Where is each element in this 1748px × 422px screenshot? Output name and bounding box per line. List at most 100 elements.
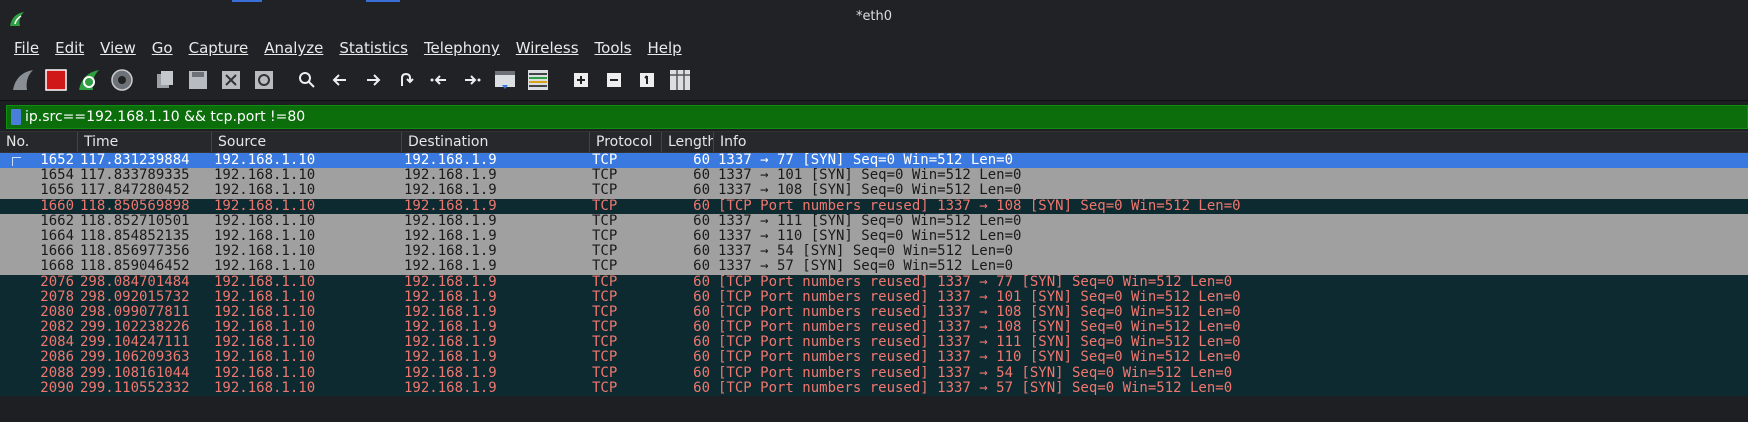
packet-time: 117.831239884 xyxy=(80,153,190,168)
go-forward-icon[interactable] xyxy=(358,65,388,95)
packet-row[interactable]: 1666 118.856977356 192.168.1.10 192.168.… xyxy=(0,244,1748,260)
packet-time: 118.854852135 xyxy=(80,228,190,244)
search-icon[interactable] xyxy=(292,65,322,95)
packet-row[interactable]: 1668 118.859046452 192.168.1.10 192.168.… xyxy=(0,259,1748,275)
top-tab-marker xyxy=(232,0,262,2)
menu-capture[interactable]: Capture xyxy=(181,39,257,57)
packet-row[interactable]: 2088 299.108161044 192.168.1.10 192.168.… xyxy=(0,365,1748,381)
menu-telephony-label: Telephony xyxy=(423,39,500,57)
normal-size-icon[interactable] xyxy=(632,65,662,95)
menu-telephony[interactable]: Telephony xyxy=(416,39,508,57)
column-header-protocol[interactable]: Protocol xyxy=(590,132,662,152)
packet-protocol: TCP xyxy=(592,153,618,168)
capture-options-icon[interactable] xyxy=(107,65,137,95)
packet-row[interactable]: 2076 298.084701484 192.168.1.10 192.168.… xyxy=(0,274,1748,290)
display-filter-input[interactable] xyxy=(25,109,1725,125)
packet-destination: 192.168.1.9 xyxy=(404,320,497,336)
column-header-source[interactable]: Source xyxy=(212,132,402,152)
packet-source: 192.168.1.10 xyxy=(214,335,316,351)
packet-source: 192.168.1.10 xyxy=(214,365,316,381)
go-first-icon[interactable] xyxy=(424,65,454,95)
packet-time: 298.084701484 xyxy=(80,274,190,290)
column-header-time[interactable]: Time xyxy=(78,132,212,152)
menu-bar: File Edit View Go Capture Analyze Statis… xyxy=(0,36,1748,60)
packet-protocol: TCP xyxy=(592,365,618,381)
packet-info: [TCP Port numbers reused] 1337 → 77 [SYN… xyxy=(718,274,1233,290)
packet-protocol: TCP xyxy=(592,213,618,229)
column-header-no[interactable]: No. xyxy=(0,132,78,152)
packet-protocol: TCP xyxy=(592,259,618,275)
menu-wireless[interactable]: Wireless xyxy=(508,39,587,57)
packet-info: [TCP Port numbers reused] 1337 → 108 [SY… xyxy=(718,320,1241,336)
packet-info: 1337 → 77 [SYN] Seq=0 Win=512 Len=0 xyxy=(718,153,1014,168)
packet-row[interactable]: 1652 117.831239884 192.168.1.10 192.168.… xyxy=(0,153,1748,169)
packet-source: 192.168.1.10 xyxy=(214,274,316,290)
packet-destination: 192.168.1.9 xyxy=(404,228,497,244)
packet-length: 60 xyxy=(693,274,710,290)
packet-row[interactable]: 2082 299.102238226 192.168.1.10 192.168.… xyxy=(0,320,1748,336)
packet-length: 60 xyxy=(693,183,710,199)
menu-file[interactable]: File xyxy=(6,39,47,57)
menu-statistics[interactable]: Statistics xyxy=(331,39,416,57)
packet-row[interactable]: 2080 298.099077811 192.168.1.10 192.168.… xyxy=(0,304,1748,321)
packet-row[interactable]: 2086 299.106209363 192.168.1.10 192.168.… xyxy=(0,350,1748,366)
resize-columns-icon[interactable] xyxy=(665,65,695,95)
colorize-icon[interactable] xyxy=(523,65,553,95)
window-title: *eth0 xyxy=(855,9,893,24)
packet-row[interactable]: 2078 298.092015732 192.168.1.10 192.168.… xyxy=(0,289,1748,305)
packet-destination: 192.168.1.9 xyxy=(404,350,497,366)
menu-tools[interactable]: Tools xyxy=(587,39,640,57)
shark-fin-start-icon[interactable] xyxy=(8,65,38,95)
packet-destination: 192.168.1.9 xyxy=(404,274,497,290)
packet-row[interactable]: 2090 299.110552332 192.168.1.10 192.168.… xyxy=(0,380,1748,396)
packet-no: 2082 xyxy=(40,320,74,336)
save-file-icon[interactable] xyxy=(183,65,213,95)
packet-time: 117.847280452 xyxy=(80,183,190,199)
packet-time: 118.852710501 xyxy=(80,213,190,229)
column-header-info[interactable]: Info xyxy=(714,132,1748,152)
column-header-length[interactable]: Length xyxy=(662,132,714,152)
packet-no: 1656 xyxy=(40,183,74,199)
packet-row[interactable]: 1660 118.850569898 192.168.1.10 192.168.… xyxy=(0,198,1748,214)
packet-length: 60 xyxy=(693,335,710,351)
reload-file-icon[interactable] xyxy=(249,65,279,95)
stop-capture-icon[interactable] xyxy=(41,65,71,95)
packet-info: [TCP Port numbers reused] 1337 → 57 [SYN… xyxy=(718,380,1233,396)
packet-info: [TCP Port numbers reused] 1337 → 111 [SY… xyxy=(718,335,1241,351)
packet-time: 299.102238226 xyxy=(80,320,190,336)
filter-bookmark-icon[interactable] xyxy=(11,109,21,125)
packet-info: 1337 → 54 [SYN] Seq=0 Win=512 Len=0 xyxy=(718,244,1014,260)
menu-help[interactable]: Help xyxy=(639,39,689,57)
packet-row[interactable]: 1662 118.852710501 192.168.1.10 192.168.… xyxy=(0,213,1748,229)
packet-time: 298.099077811 xyxy=(80,304,190,320)
packet-list-header: No. Time Source Destination Protocol Len… xyxy=(0,131,1748,153)
autoscroll-icon[interactable] xyxy=(490,65,520,95)
packet-protocol: TCP xyxy=(592,183,618,199)
packet-protocol: TCP xyxy=(592,198,618,214)
open-file-icon[interactable] xyxy=(150,65,180,95)
go-back-icon[interactable] xyxy=(325,65,355,95)
packet-row[interactable]: 2084 299.104247111 192.168.1.10 192.168.… xyxy=(0,335,1748,351)
packet-length: 60 xyxy=(693,365,710,381)
close-file-icon[interactable] xyxy=(216,65,246,95)
menu-go[interactable]: Go xyxy=(144,39,181,57)
packet-protocol: TCP xyxy=(592,228,618,244)
packet-row[interactable]: 1656 117.847280452 192.168.1.10 192.168.… xyxy=(0,183,1748,199)
menu-analyze[interactable]: Analyze xyxy=(256,39,331,57)
menu-edit[interactable]: Edit xyxy=(47,39,92,57)
go-last-icon[interactable] xyxy=(457,65,487,95)
column-header-destination[interactable]: Destination xyxy=(402,132,590,152)
go-to-packet-icon[interactable] xyxy=(391,65,421,95)
packet-info: 1337 → 57 [SYN] Seq=0 Win=512 Len=0 xyxy=(718,259,1014,275)
packet-row[interactable]: 1654 117.833789335 192.168.1.10 192.168.… xyxy=(0,168,1748,184)
menu-view[interactable]: View xyxy=(92,39,144,57)
packet-row[interactable]: 1664 118.854852135 192.168.1.10 192.168.… xyxy=(0,228,1748,245)
menu-edit-label: Edit xyxy=(55,39,85,57)
title-bar: *eth0 xyxy=(0,0,1748,36)
zoom-in-icon[interactable] xyxy=(566,65,596,95)
packet-source: 192.168.1.10 xyxy=(214,183,316,199)
zoom-out-icon[interactable] xyxy=(599,65,629,95)
packet-destination: 192.168.1.9 xyxy=(404,304,497,320)
packet-no: 1666 xyxy=(40,244,74,260)
restart-capture-icon[interactable] xyxy=(74,65,104,95)
